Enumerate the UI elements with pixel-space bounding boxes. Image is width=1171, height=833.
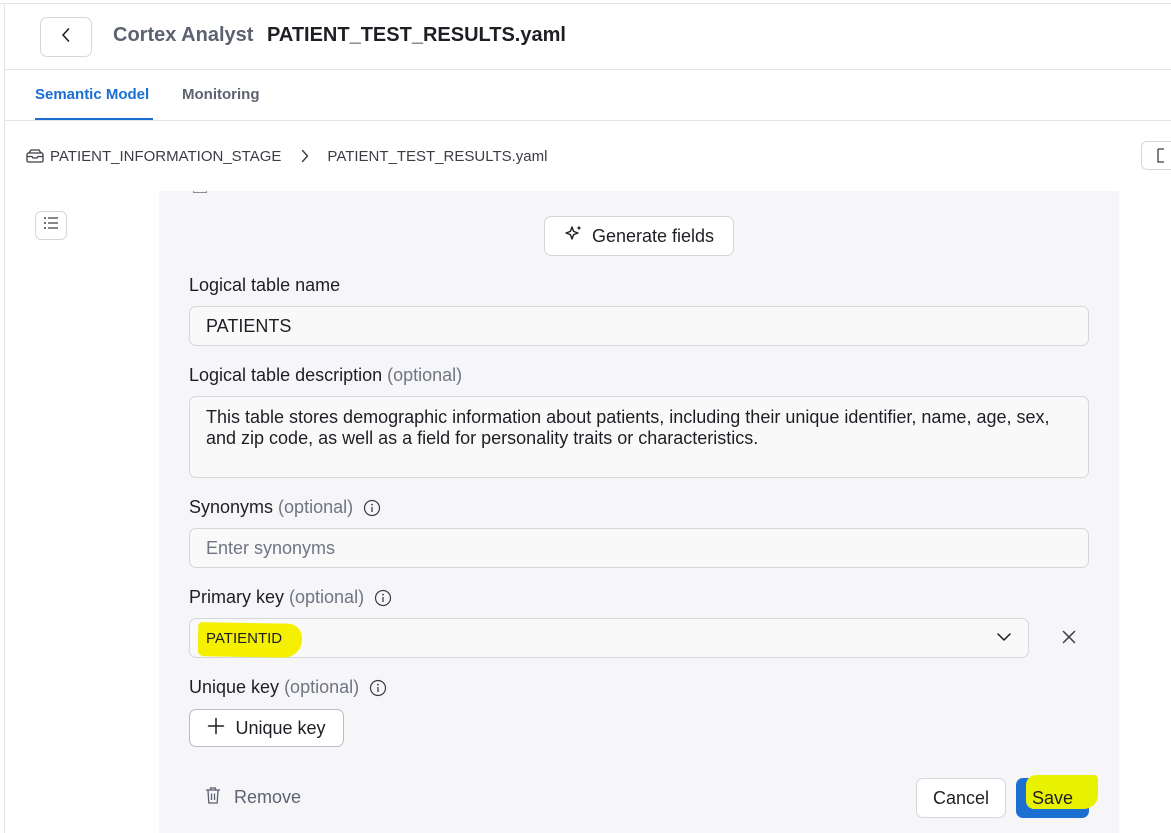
table-name-value: PATIENTS	[206, 315, 292, 336]
synonyms-input[interactable]: Enter synonyms	[189, 528, 1089, 568]
description-label: Logical table description (optional)	[189, 365, 462, 386]
edit-table-panel: Generate fields Logical table name PATIE…	[159, 191, 1119, 833]
header: Cortex Analyst PATIENT_TEST_RESULTS.yaml	[5, 5, 1171, 70]
app-name: Cortex Analyst	[113, 24, 254, 46]
tab-semantic-model[interactable]: Semantic Model	[35, 86, 149, 103]
breadcrumb: PATIENT_INFORMATION_STAGE PATIENT_TEST_R…	[26, 145, 547, 167]
primary-key-value: PATIENTID	[206, 629, 283, 647]
left-border	[4, 4, 5, 833]
scrolled-content-edge	[193, 191, 207, 193]
unique-key-label: Unique key (optional)	[189, 677, 387, 698]
optional-tag: (optional)	[387, 365, 463, 385]
info-icon[interactable]	[363, 499, 381, 517]
stage-icon	[26, 149, 44, 163]
tab-monitoring[interactable]: Monitoring	[182, 86, 259, 103]
breadcrumb-file: PATIENT_TEST_RESULTS.yaml	[327, 147, 548, 165]
primary-key-select[interactable]: PATIENTID	[189, 618, 1029, 658]
code-view-button[interactable]	[1141, 141, 1171, 170]
table-name-input[interactable]: PATIENTS	[189, 306, 1089, 346]
sparkle-icon	[564, 224, 584, 249]
optional-tag: (optional)	[289, 587, 365, 607]
unique-key-label-text: Unique key	[189, 677, 280, 697]
info-icon[interactable]	[369, 679, 387, 697]
generate-fields-label: Generate fields	[591, 225, 715, 246]
generate-fields-button[interactable]: Generate fields	[544, 216, 734, 256]
info-icon[interactable]	[374, 589, 392, 607]
description-textarea[interactable]: This table stores demographic informatio…	[189, 396, 1089, 478]
synonyms-label-text: Synonyms	[189, 497, 274, 517]
optional-tag: (optional)	[278, 497, 354, 517]
cancel-button[interactable]: Cancel	[916, 778, 1006, 818]
outline-toggle-button[interactable]	[35, 211, 67, 240]
description-value: This table stores demographic informatio…	[206, 407, 1050, 448]
table-name-label: Logical table name	[189, 275, 340, 296]
save-label: Save	[1031, 787, 1074, 808]
optional-tag: (optional)	[284, 677, 360, 697]
back-button[interactable]	[40, 17, 92, 57]
synonyms-placeholder: Enter synonyms	[206, 537, 336, 558]
primary-key-selected: PATIENTID	[197, 621, 303, 658]
outline-list-icon	[43, 216, 59, 235]
clear-primary-key-button[interactable]	[1057, 627, 1081, 651]
breadcrumb-stage[interactable]: PATIENT_INFORMATION_STAGE	[50, 148, 281, 165]
top-border	[0, 0, 1171, 4]
remove-table-button[interactable]: Remove	[204, 785, 301, 810]
trash-icon	[204, 785, 222, 810]
primary-key-label-text: Primary key	[189, 587, 285, 607]
add-unique-key-label: Unique key	[235, 717, 326, 738]
primary-key-label: Primary key (optional)	[189, 587, 392, 608]
page: Cortex Analyst PATIENT_TEST_RESULTS.yaml…	[0, 0, 1171, 833]
page-title: PATIENT_TEST_RESULTS.yaml	[267, 24, 566, 46]
chevron-right-icon	[301, 149, 309, 163]
chevron-left-icon	[61, 27, 71, 48]
save-button[interactable]: Save	[1016, 775, 1098, 818]
chevron-down-icon	[996, 629, 1012, 647]
description-label-text: Logical table description	[189, 365, 383, 385]
add-unique-key-button[interactable]: Unique key	[189, 709, 344, 747]
plus-icon	[207, 717, 225, 740]
tab-bar: Semantic Model Monitoring	[5, 70, 1171, 121]
remove-label: Remove	[234, 787, 302, 807]
active-tab-indicator	[35, 118, 153, 120]
synonyms-label: Synonyms (optional)	[189, 497, 381, 518]
close-icon	[1061, 629, 1077, 650]
table-name-label-text: Logical table name	[189, 275, 341, 295]
